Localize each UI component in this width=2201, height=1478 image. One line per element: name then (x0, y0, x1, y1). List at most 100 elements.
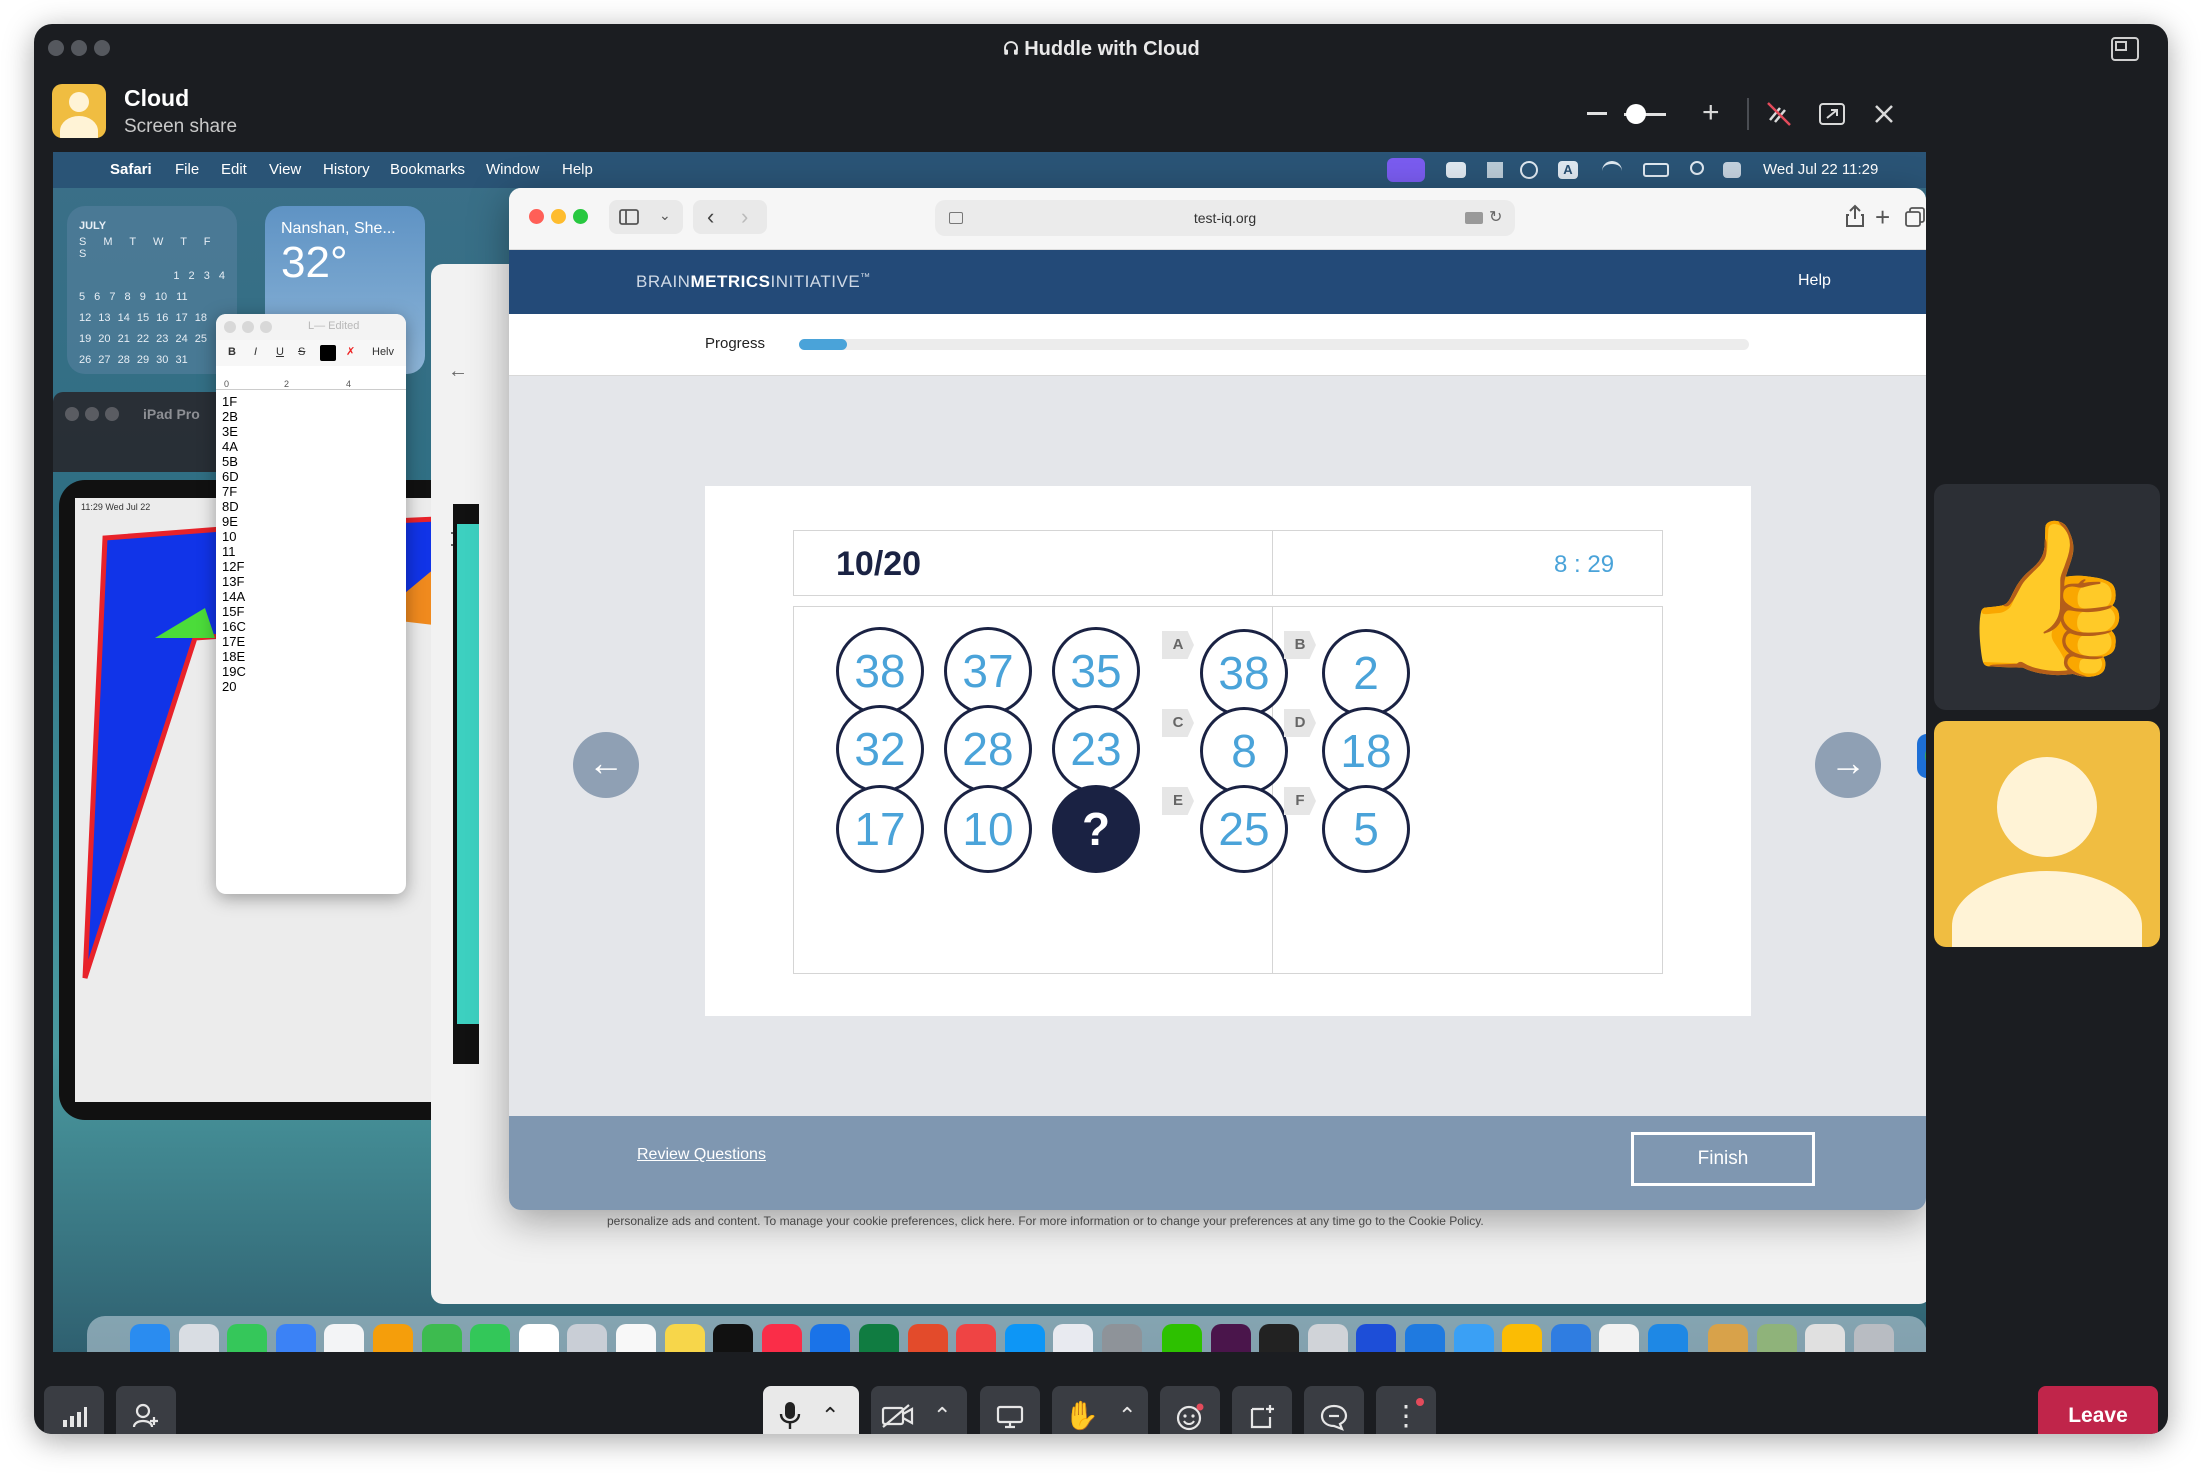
participant-tile-reaction[interactable]: 👍 (1934, 484, 2160, 710)
back-arrow-icon[interactable]: ← (448, 360, 472, 384)
rocket-icon[interactable] (956, 1324, 997, 1352)
menu-app-name[interactable]: Safari (110, 161, 152, 178)
next-question-button[interactable]: → (1815, 732, 1881, 798)
photos-icon[interactable] (373, 1324, 413, 1352)
video-button[interactable]: ⌃ (871, 1386, 967, 1434)
script-icon[interactable] (1307, 1324, 1348, 1352)
site-help-link[interactable]: Help (1798, 272, 1831, 290)
wechat-icon[interactable] (1162, 1324, 1202, 1352)
launchpad-status-icon[interactable] (1487, 162, 1503, 178)
messages-icon[interactable] (227, 1324, 268, 1352)
emoji-button[interactable] (1160, 1386, 1220, 1434)
menu-file[interactable]: File (175, 161, 199, 178)
option-value[interactable]: 18 (1322, 707, 1410, 795)
option-value[interactable]: 8 (1200, 707, 1288, 795)
safari-zoom-dot[interactable] (573, 209, 588, 224)
zoom-in-button[interactable]: + (1702, 98, 1720, 128)
simulator-icon[interactable] (1053, 1324, 1094, 1352)
font-selector[interactable]: Helv (372, 346, 394, 358)
bold-button[interactable]: B (228, 346, 236, 358)
preview-icon[interactable] (1805, 1324, 1846, 1352)
leave-button[interactable]: Leave (2038, 1386, 2158, 1434)
numbers-icon[interactable] (859, 1324, 899, 1352)
wechat-status-icon[interactable] (1446, 162, 1466, 178)
pen-app-icon[interactable] (1405, 1324, 1445, 1352)
picture-in-picture-icon[interactable] (2110, 36, 2140, 62)
clear-format-icon[interactable]: ✗ (346, 345, 355, 358)
screen-mirroring-icon[interactable] (1387, 158, 1425, 182)
chrome-floating-icon[interactable] (1917, 734, 1926, 778)
keynote-icon[interactable] (810, 1324, 851, 1352)
raise-hand-chevron[interactable]: ⌃ (1118, 1386, 1136, 1434)
spotlight-icon[interactable] (1690, 161, 1704, 175)
play-status-icon[interactable] (1520, 161, 1538, 179)
option-value[interactable]: 5 (1322, 785, 1410, 873)
menu-help[interactable]: Help (562, 161, 593, 178)
contacts-icon[interactable] (567, 1324, 608, 1352)
slack-icon[interactable] (1210, 1324, 1251, 1352)
sidebar-toggle-button[interactable]: ⌄ (609, 200, 683, 234)
textedit-body[interactable]: 1F 2B 3E 4A 5B 6D 7F 8D 9E 10 11 12F 13F 14A 15F 16C 17E… (222, 394, 246, 694)
microphone-button[interactable]: ⌃ (763, 1386, 859, 1434)
translate-icon[interactable] (1465, 212, 1483, 224)
chrome-icon[interactable] (1502, 1324, 1543, 1352)
text-color-swatch[interactable] (320, 345, 336, 361)
menu-bookmarks[interactable]: Bookmarks (390, 161, 465, 178)
app-store-icon[interactable] (324, 1324, 365, 1352)
mic-options-chevron[interactable]: ⌃ (821, 1386, 839, 1434)
safari-close-dot[interactable] (529, 209, 544, 224)
reload-icon[interactable]: ↻ (1489, 207, 1502, 227)
calendar-icon[interactable] (518, 1324, 559, 1352)
italic-button[interactable]: I (254, 346, 257, 358)
back-button[interactable]: ‹ (707, 204, 714, 230)
terminal-icon[interactable] (1259, 1324, 1300, 1352)
zoom-slider-thumb[interactable] (1626, 104, 1646, 124)
tv-icon[interactable] (713, 1324, 754, 1352)
notes-icon[interactable] (664, 1324, 705, 1352)
annotation-off-icon[interactable] (1765, 100, 1793, 128)
files-icon[interactable] (1550, 1324, 1591, 1352)
control-center-icon[interactable] (1723, 162, 1741, 178)
trash-icon[interactable] (1853, 1324, 1894, 1352)
option-value[interactable]: 38 (1200, 629, 1288, 717)
menu-window[interactable]: Window (486, 161, 539, 178)
finder-icon[interactable] (130, 1324, 170, 1352)
add-person-button[interactable] (116, 1386, 176, 1434)
menu-view[interactable]: View (269, 161, 301, 178)
reminders-icon[interactable] (616, 1324, 656, 1352)
forward-button[interactable]: › (741, 204, 748, 230)
review-questions-link[interactable]: Review Questions (637, 1146, 766, 1164)
launchpad-icon[interactable] (178, 1324, 219, 1352)
cloud-app-icon[interactable] (1453, 1324, 1494, 1352)
share-icon[interactable] (1845, 204, 1865, 228)
menu-history[interactable]: History (323, 161, 370, 178)
close-share-icon[interactable] (1872, 102, 1896, 126)
facetime-icon[interactable] (421, 1324, 462, 1352)
textedit-icon[interactable] (1599, 1324, 1640, 1352)
fullscreen-icon[interactable] (1818, 102, 1846, 126)
address-bar[interactable]: test-iq.org ↻ (935, 200, 1515, 236)
safari-minimize-dot[interactable] (551, 209, 566, 224)
phone-icon[interactable] (470, 1324, 511, 1352)
input-source-icon[interactable]: A (1558, 161, 1578, 179)
signal-button[interactable] (44, 1386, 104, 1434)
mail-icon[interactable] (275, 1324, 316, 1352)
sticker-button[interactable] (1232, 1386, 1292, 1434)
video-options-chevron[interactable]: ⌃ (933, 1386, 951, 1434)
finish-button[interactable]: Finish (1631, 1132, 1815, 1186)
folder-icon[interactable] (1708, 1324, 1748, 1352)
chat-button[interactable] (1304, 1386, 1364, 1434)
wifi-icon[interactable] (1602, 161, 1622, 177)
settings-icon[interactable] (1102, 1324, 1142, 1352)
calendar-widget[interactable]: JULY S M T W T F S 1 2 3 4 5 6 7 8 9 10 … (67, 206, 237, 374)
more-button[interactable]: ⋮ (1376, 1386, 1436, 1434)
option-value[interactable]: 2 (1322, 629, 1410, 717)
menu-edit[interactable]: Edit (221, 161, 247, 178)
tab-overview-icon[interactable] (1905, 207, 1925, 227)
battery-icon[interactable] (1643, 163, 1669, 177)
safari-icon[interactable] (1648, 1324, 1688, 1352)
underline-button[interactable]: U (276, 346, 284, 358)
image-icon[interactable] (1756, 1324, 1797, 1352)
participant-tile-avatar[interactable] (1934, 721, 2160, 947)
new-tab-icon[interactable]: + (1875, 202, 1890, 233)
